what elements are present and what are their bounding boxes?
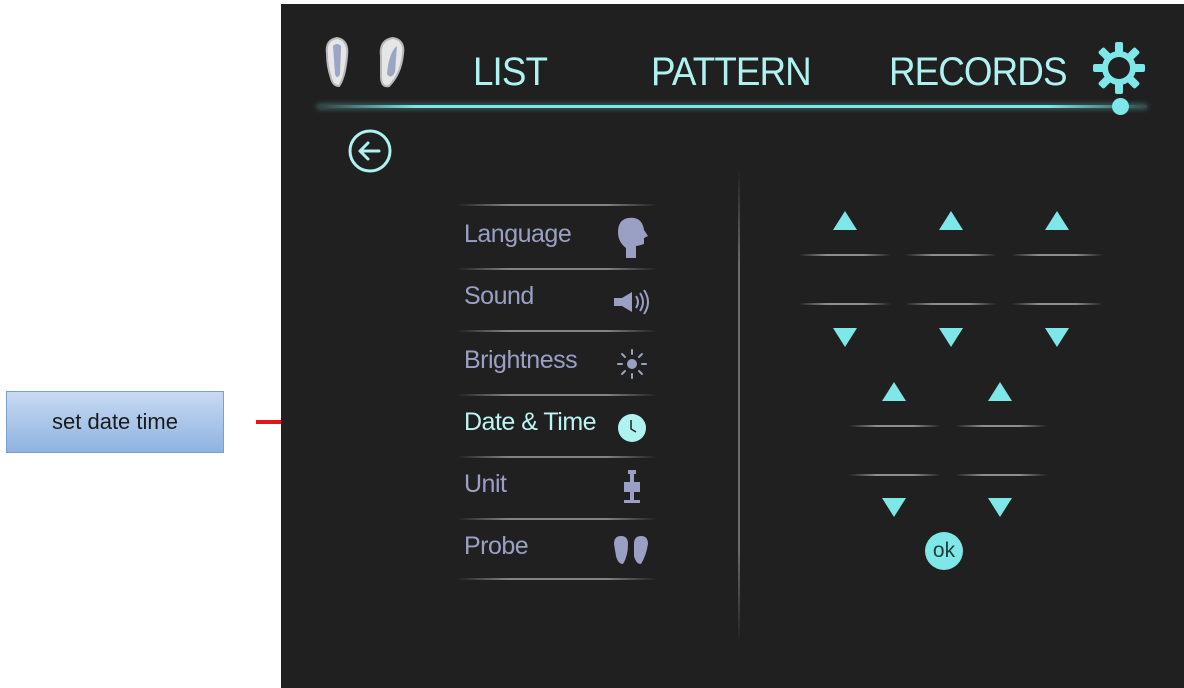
page-indicator-dot [1112,98,1129,115]
menu-separator [457,578,657,580]
time-field-2-value[interactable] [955,428,1047,474]
nav-pattern[interactable]: PATTERN [651,44,812,100]
device-cart-icon [624,470,640,503]
menu-separator [457,268,657,270]
time-field-2-up-button[interactable] [988,382,1012,401]
menu-item-label: Unit [464,470,507,498]
clock-icon [618,414,646,442]
date-field-3-down-button[interactable] [1045,328,1069,347]
head-profile-icon [618,217,648,258]
time-field-2-down-button[interactable] [988,498,1012,517]
date-field-1-up-button[interactable] [833,211,857,230]
menu-item-label: Sound [464,282,534,310]
date-field-1-value[interactable] [799,257,891,303]
date-field-3-value[interactable] [1011,257,1103,303]
menu-separator [457,330,657,332]
menu-separator [457,204,657,206]
menu-item-unit[interactable]: Unit [457,460,657,520]
menu-item-label: Language [464,220,572,248]
menu-item-language[interactable]: Language [457,210,657,270]
menu-item-date-time[interactable]: Date & Time [457,398,657,458]
sun-icon [617,349,647,379]
speaker-icon [614,289,649,315]
probe-pair-icon[interactable] [321,34,421,99]
nav-records[interactable]: RECORDS [889,44,1068,100]
time-field-1-down-button[interactable] [882,498,906,517]
gear-icon[interactable] [1091,40,1147,101]
time-field-line [955,425,1047,427]
time-field-line [849,474,941,476]
menu-separator [457,518,657,520]
time-field-line [955,474,1047,476]
date-field-1-down-button[interactable] [833,328,857,347]
date-field-line [1011,254,1103,256]
date-field-line [905,303,997,305]
menu-item-sound[interactable]: Sound [457,272,657,332]
menu-item-brightness[interactable]: Brightness [457,336,657,396]
date-field-2-down-button[interactable] [939,328,963,347]
time-field-line [849,425,941,427]
header-divider [317,105,1147,108]
device-screen: LIST PATTERN RECORDS Language Sound Brig… [281,4,1184,688]
menu-separator [457,456,657,458]
menu-item-label: Probe [464,532,529,560]
date-field-line [905,254,997,256]
date-field-2-value[interactable] [905,257,997,303]
back-arrow-icon[interactable] [347,128,393,179]
ok-button[interactable]: ok [925,532,963,570]
menu-separator [457,394,657,396]
nav-list[interactable]: LIST [473,44,548,100]
date-field-line [1011,303,1103,305]
menu-item-probe[interactable]: Probe [457,522,657,582]
date-field-line [799,303,891,305]
menu-item-label: Date & Time [464,408,597,436]
date-field-line [799,254,891,256]
panel-divider [738,169,740,644]
set-date-time-callout: set date time [6,391,224,453]
date-field-2-up-button[interactable] [939,211,963,230]
date-field-3-up-button[interactable] [1045,211,1069,230]
probe-pair-icon [614,536,648,564]
time-field-1-up-button[interactable] [882,382,906,401]
time-field-1-value[interactable] [849,428,941,474]
menu-item-label: Brightness [464,346,578,374]
